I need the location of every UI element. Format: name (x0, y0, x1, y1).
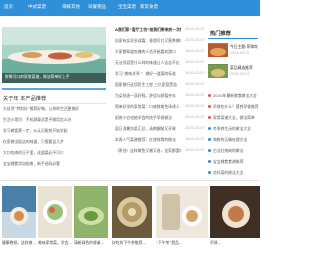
food-image-icon (156, 186, 208, 238)
left-list-title: 关于年 本产品推荐 (3, 96, 47, 102)
nav-item-chinese[interactable]: 中式菜谱 (28, 4, 46, 10)
news-item-date: 2020-03-07 (185, 115, 205, 119)
list-item[interactable]: 大自然“特别好”推荐好物，让你的生活更美好 (3, 106, 106, 112)
card-image[interactable] (2, 186, 36, 238)
rank-item[interactable]: 2020年最新美食做法大全 (213, 93, 259, 99)
rank-dot-icon (208, 138, 211, 141)
card-image[interactable] (38, 186, 72, 238)
news-item-date: 2020-03-07 (185, 93, 205, 97)
list-item[interactable]: 宝宝辅食添加指南，新手爸妈必看 (3, 161, 106, 167)
news-item-date: 2020-03-07 (185, 104, 205, 108)
food-image-icon (210, 186, 260, 238)
news-item-title[interactable]: A我们家“客厅工坊”给我们带来的一次惊喜时刻 (115, 27, 181, 33)
news-item-title[interactable]: （原创）这样做鱼又嫩又香，全家都爱吃 (115, 148, 181, 154)
featured-date: 2020-03-07 (230, 72, 250, 76)
card-caption[interactable]: 美味家常菜，学会... (38, 240, 72, 246)
nav-item-baby[interactable]: 宝宝菜谱 (118, 4, 136, 10)
rank-item[interactable]: 宝宝辅食食谱推荐 (213, 159, 259, 165)
rank-dot-icon (208, 160, 211, 163)
news-item-date: 2020-03-07 (185, 126, 205, 130)
news-item-title[interactable]: 国家推行这项民生工程 三亿家庭受益 (115, 82, 181, 88)
rank-dot-icon (208, 94, 211, 97)
card-image[interactable] (156, 186, 208, 238)
nav-item-home[interactable]: 首页 (4, 4, 13, 10)
news-item-title[interactable]: 简单好学的家常菜：口味鲜美色泽诱人 (115, 104, 181, 110)
nav-item-breakfast[interactable]: 早餐粥品 (88, 4, 106, 10)
list-item[interactable]: 大口吃肉的日子里，这道菜必不可少 (3, 150, 106, 156)
divider (0, 180, 260, 181)
news-item-title[interactable]: 为女孩选一双好鞋，舒适与颜值并存 (115, 93, 181, 99)
rank-item[interactable]: 古法红烧肉的做法 (213, 148, 259, 154)
news-item-date: 2020-03-07 (185, 60, 205, 64)
divider (208, 38, 258, 39)
rank-item[interactable]: 家常菜谱大全，做法简单 (213, 115, 259, 121)
rank-dot-icon (208, 171, 211, 174)
card-caption[interactable]: 清新绿色的餐桌... (74, 240, 108, 246)
featured-thumb[interactable] (208, 43, 228, 57)
news-item-date: 2020-03-07 (185, 49, 205, 53)
rank-dot-icon (208, 127, 211, 130)
food-image-icon (208, 44, 228, 57)
hero-progress-bar (2, 88, 106, 90)
card-image[interactable] (210, 186, 260, 238)
card-caption[interactable]: 健康晚餐，这样做... (2, 240, 36, 246)
news-item-title[interactable]: 大家都知道吃辣的人也开始喜欢甜口 (115, 49, 181, 55)
food-image-icon (208, 65, 228, 78)
featured-thumb[interactable] (208, 64, 228, 78)
food-image-icon (2, 186, 36, 238)
food-image-icon (112, 186, 152, 238)
food-image-icon (38, 186, 72, 238)
right-section-title: 热门推荐 (210, 31, 231, 37)
card-caption[interactable]: “下午茶”甜品... (156, 240, 208, 246)
top-nav: 首页 中式菜谱 海鲜其他 早餐粥品 宝宝菜谱 家常食谱 (0, 0, 260, 16)
list-item[interactable]: 生活小常识：手机屏幕总是不够用怎么办 (3, 117, 106, 123)
news-item-title[interactable]: 本周人气菜谱推荐：红烧排骨的做法 (115, 137, 181, 143)
food-image-icon (74, 186, 108, 238)
card-caption[interactable]: 早餐... (210, 240, 260, 246)
rank-dot-icon (208, 149, 211, 152)
list-item[interactable]: 学习做饭第一步，从认识厨房开始学起 (3, 128, 106, 134)
hero-caption: 鲜美可口的家常菜谱，做法简单好上手 (5, 74, 70, 79)
hero-slider[interactable]: 鲜美可口的家常菜谱，做法简单好上手 (2, 27, 106, 83)
news-item-date: 2020-03-07 (185, 27, 205, 31)
news-item-date: 2020-03-07 (185, 148, 205, 152)
rank-dot-icon (208, 105, 211, 108)
news-item-date: 2020-03-07 (185, 82, 205, 86)
card-image[interactable] (112, 186, 152, 238)
news-item-title[interactable]: 无法形容是什么样的味道让人念念不忘 (115, 60, 181, 66)
rank-item[interactable]: 海鲜的正确处理方法 (213, 137, 259, 143)
news-item-date: 2020-03-07 (185, 71, 205, 75)
news-item-date: 2020-03-07 (185, 137, 205, 141)
list-item[interactable]: 在家做出饭店的味道，只需要这几步 (3, 139, 106, 145)
featured-title[interactable]: 今日主题:菲律宾 (230, 44, 259, 50)
nav-item-home-cooking[interactable]: 家常食谱 (140, 4, 158, 10)
nav-item-seafood[interactable]: 海鲜其他 (62, 4, 80, 10)
card-caption[interactable]: 好吃的下午茶推荐... (112, 240, 152, 246)
news-item-date: 2020-03-07 (185, 38, 205, 42)
rank-item[interactable]: 冬季养生汤的做法大全 (213, 126, 259, 132)
card-image[interactable] (74, 186, 108, 238)
divider (2, 103, 106, 104)
news-item-title[interactable]: 夏日消暑凉菜汇总，清爽解腻又开胃 (115, 126, 181, 132)
news-item-title[interactable]: 自家有女初长成篇：香甜可口又营养美味 (115, 38, 181, 44)
featured-title[interactable]: 菜品精选推荐 (230, 65, 259, 71)
news-item-title[interactable]: 厨房小白也能学会的快手早餐做法 (115, 115, 181, 121)
featured-date: 2020-03-07 (230, 51, 250, 55)
rank-dot-icon (208, 116, 211, 119)
rank-item[interactable]: 凉拌菜的做法大全 (213, 170, 259, 176)
news-item-title[interactable]: 学习“美味关系”：做好一道菜的标准 (115, 71, 181, 77)
rank-item[interactable]: 早餐吃什么？营养早餐推荐 (213, 104, 259, 110)
